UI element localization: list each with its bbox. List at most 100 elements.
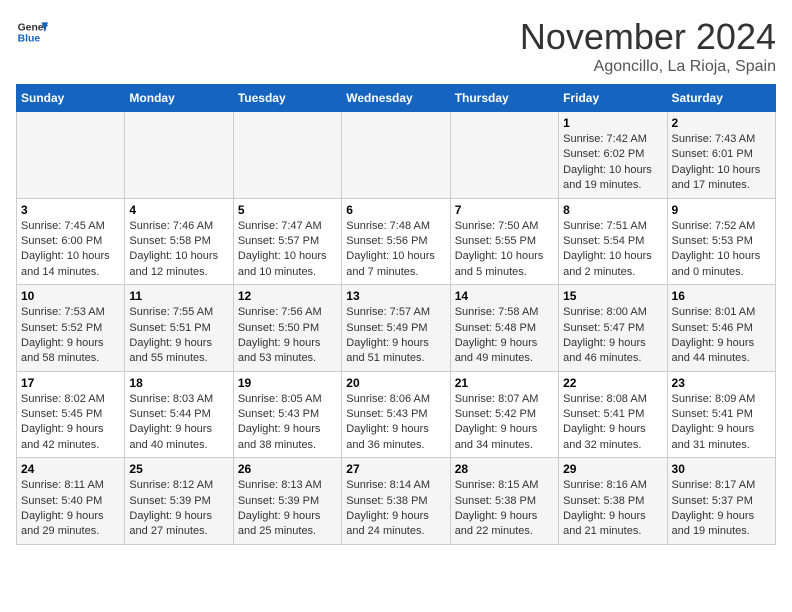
day-number: 3	[21, 203, 120, 217]
day-info-line: Sunset: 5:49 PM	[346, 321, 445, 336]
day-info-line: Sunrise: 8:16 AM	[563, 478, 662, 493]
day-info-line: Daylight: 10 hours and 2 minutes.	[563, 249, 662, 280]
day-info-line: Sunset: 5:53 PM	[672, 234, 771, 249]
day-info-line: Sunset: 5:55 PM	[455, 234, 554, 249]
day-info-line: Sunset: 5:45 PM	[21, 407, 120, 422]
calendar-week-row: 3Sunrise: 7:45 AMSunset: 6:00 PMDaylight…	[17, 198, 776, 285]
calendar-cell	[342, 112, 450, 199]
day-info-line: Sunrise: 8:06 AM	[346, 392, 445, 407]
day-info-line: Sunset: 5:41 PM	[672, 407, 771, 422]
day-info-line: Sunrise: 7:43 AM	[672, 132, 771, 147]
day-info-line: Sunset: 5:50 PM	[238, 321, 337, 336]
calendar-cell: 25Sunrise: 8:12 AMSunset: 5:39 PMDayligh…	[125, 458, 233, 545]
calendar-cell: 2Sunrise: 7:43 AMSunset: 6:01 PMDaylight…	[667, 112, 775, 199]
day-info-line: Daylight: 10 hours and 10 minutes.	[238, 249, 337, 280]
day-info-line: Sunset: 5:41 PM	[563, 407, 662, 422]
day-info-line: Sunrise: 7:42 AM	[563, 132, 662, 147]
calendar-cell: 23Sunrise: 8:09 AMSunset: 5:41 PMDayligh…	[667, 371, 775, 458]
calendar-cell: 10Sunrise: 7:53 AMSunset: 5:52 PMDayligh…	[17, 285, 125, 372]
calendar-cell: 27Sunrise: 8:14 AMSunset: 5:38 PMDayligh…	[342, 458, 450, 545]
day-info-line: Daylight: 9 hours and 34 minutes.	[455, 422, 554, 453]
day-info-line: Daylight: 9 hours and 36 minutes.	[346, 422, 445, 453]
day-number: 19	[238, 376, 337, 390]
header-row: SundayMondayTuesdayWednesdayThursdayFrid…	[17, 85, 776, 112]
day-info: Sunrise: 7:47 AMSunset: 5:57 PMDaylight:…	[238, 219, 337, 281]
day-number: 29	[563, 462, 662, 476]
day-info-line: Sunrise: 8:08 AM	[563, 392, 662, 407]
day-info-line: Sunrise: 8:12 AM	[129, 478, 228, 493]
day-info: Sunrise: 7:43 AMSunset: 6:01 PMDaylight:…	[672, 132, 771, 194]
day-info-line: Sunrise: 7:45 AM	[21, 219, 120, 234]
day-info-line: Sunset: 5:44 PM	[129, 407, 228, 422]
logo-icon: General Blue	[16, 16, 48, 48]
day-info-line: Sunset: 5:38 PM	[563, 494, 662, 509]
day-info-line: Sunrise: 8:14 AM	[346, 478, 445, 493]
day-number: 18	[129, 376, 228, 390]
day-info-line: Sunset: 5:46 PM	[672, 321, 771, 336]
day-info-line: Daylight: 9 hours and 27 minutes.	[129, 509, 228, 540]
day-info-line: Daylight: 10 hours and 14 minutes.	[21, 249, 120, 280]
day-info-line: Daylight: 10 hours and 19 minutes.	[563, 163, 662, 194]
day-info-line: Sunrise: 7:50 AM	[455, 219, 554, 234]
calendar-week-row: 10Sunrise: 7:53 AMSunset: 5:52 PMDayligh…	[17, 285, 776, 372]
day-info-line: Sunrise: 8:13 AM	[238, 478, 337, 493]
day-info: Sunrise: 8:02 AMSunset: 5:45 PMDaylight:…	[21, 392, 120, 454]
calendar-cell: 19Sunrise: 8:05 AMSunset: 5:43 PMDayligh…	[233, 371, 341, 458]
day-info: Sunrise: 7:57 AMSunset: 5:49 PMDaylight:…	[346, 305, 445, 367]
day-info-line: Daylight: 9 hours and 19 minutes.	[672, 509, 771, 540]
day-info: Sunrise: 8:08 AMSunset: 5:41 PMDaylight:…	[563, 392, 662, 454]
weekday-header: Friday	[559, 85, 667, 112]
day-info-line: Sunrise: 7:58 AM	[455, 305, 554, 320]
day-info: Sunrise: 7:53 AMSunset: 5:52 PMDaylight:…	[21, 305, 120, 367]
day-info-line: Sunset: 5:58 PM	[129, 234, 228, 249]
day-info-line: Sunrise: 7:55 AM	[129, 305, 228, 320]
day-info-line: Sunrise: 8:09 AM	[672, 392, 771, 407]
calendar-cell: 14Sunrise: 7:58 AMSunset: 5:48 PMDayligh…	[450, 285, 558, 372]
title-area: November 2024 Agoncillo, La Rioja, Spain	[520, 16, 776, 76]
day-info-line: Daylight: 9 hours and 53 minutes.	[238, 336, 337, 367]
calendar-cell: 9Sunrise: 7:52 AMSunset: 5:53 PMDaylight…	[667, 198, 775, 285]
day-info: Sunrise: 7:50 AMSunset: 5:55 PMDaylight:…	[455, 219, 554, 281]
day-info-line: Daylight: 9 hours and 24 minutes.	[346, 509, 445, 540]
day-info: Sunrise: 7:55 AMSunset: 5:51 PMDaylight:…	[129, 305, 228, 367]
calendar-cell: 1Sunrise: 7:42 AMSunset: 6:02 PMDaylight…	[559, 112, 667, 199]
day-info: Sunrise: 8:06 AMSunset: 5:43 PMDaylight:…	[346, 392, 445, 454]
calendar-cell: 18Sunrise: 8:03 AMSunset: 5:44 PMDayligh…	[125, 371, 233, 458]
calendar-cell: 15Sunrise: 8:00 AMSunset: 5:47 PMDayligh…	[559, 285, 667, 372]
calendar-cell: 3Sunrise: 7:45 AMSunset: 6:00 PMDaylight…	[17, 198, 125, 285]
calendar-week-row: 17Sunrise: 8:02 AMSunset: 5:45 PMDayligh…	[17, 371, 776, 458]
day-info-line: Sunset: 5:37 PM	[672, 494, 771, 509]
day-info-line: Sunrise: 7:57 AM	[346, 305, 445, 320]
month-title: November 2024	[520, 16, 776, 58]
day-info-line: Sunset: 6:01 PM	[672, 147, 771, 162]
page-header: General Blue November 2024 Agoncillo, La…	[16, 16, 776, 76]
calendar-cell: 6Sunrise: 7:48 AMSunset: 5:56 PMDaylight…	[342, 198, 450, 285]
day-number: 25	[129, 462, 228, 476]
day-number: 9	[672, 203, 771, 217]
calendar-cell: 11Sunrise: 7:55 AMSunset: 5:51 PMDayligh…	[125, 285, 233, 372]
day-info-line: Daylight: 10 hours and 5 minutes.	[455, 249, 554, 280]
day-info-line: Daylight: 9 hours and 31 minutes.	[672, 422, 771, 453]
calendar-cell: 21Sunrise: 8:07 AMSunset: 5:42 PMDayligh…	[450, 371, 558, 458]
day-info-line: Daylight: 9 hours and 46 minutes.	[563, 336, 662, 367]
calendar-cell	[233, 112, 341, 199]
day-info-line: Daylight: 9 hours and 42 minutes.	[21, 422, 120, 453]
day-number: 1	[563, 116, 662, 130]
weekday-header: Tuesday	[233, 85, 341, 112]
day-info: Sunrise: 8:17 AMSunset: 5:37 PMDaylight:…	[672, 478, 771, 540]
day-info-line: Sunrise: 7:51 AM	[563, 219, 662, 234]
day-info: Sunrise: 7:58 AMSunset: 5:48 PMDaylight:…	[455, 305, 554, 367]
day-info: Sunrise: 7:56 AMSunset: 5:50 PMDaylight:…	[238, 305, 337, 367]
day-info-line: Sunset: 5:43 PM	[238, 407, 337, 422]
day-info: Sunrise: 8:14 AMSunset: 5:38 PMDaylight:…	[346, 478, 445, 540]
day-info-line: Daylight: 9 hours and 21 minutes.	[563, 509, 662, 540]
day-info: Sunrise: 8:16 AMSunset: 5:38 PMDaylight:…	[563, 478, 662, 540]
weekday-header: Saturday	[667, 85, 775, 112]
day-info-line: Sunrise: 8:11 AM	[21, 478, 120, 493]
day-info: Sunrise: 8:15 AMSunset: 5:38 PMDaylight:…	[455, 478, 554, 540]
weekday-header: Wednesday	[342, 85, 450, 112]
day-info-line: Sunset: 5:40 PM	[21, 494, 120, 509]
day-number: 8	[563, 203, 662, 217]
day-info-line: Daylight: 10 hours and 7 minutes.	[346, 249, 445, 280]
day-info-line: Sunrise: 7:56 AM	[238, 305, 337, 320]
